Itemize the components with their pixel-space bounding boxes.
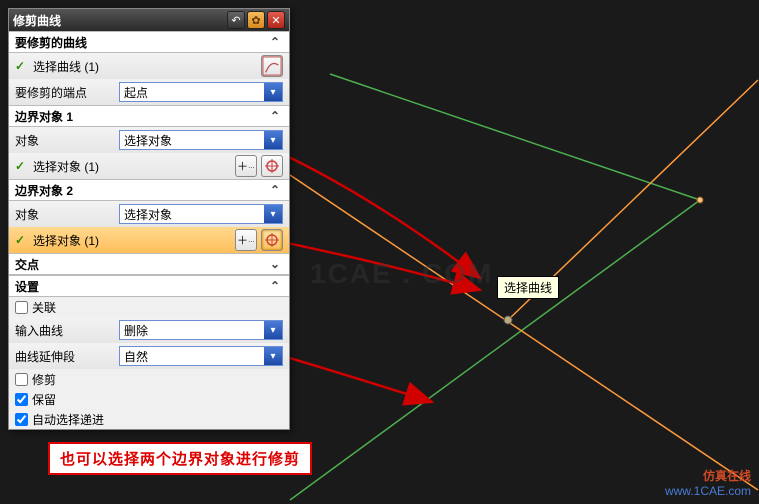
- extend-row: 曲线延伸段 自然 ▾: [9, 343, 289, 369]
- extend-value: 自然: [124, 348, 148, 365]
- gear-icon[interactable]: ✿: [247, 11, 265, 29]
- section-trim-curve-label: 要修剪的曲线: [15, 34, 87, 51]
- undo-icon[interactable]: ↶: [227, 11, 245, 29]
- watermark: 仿真在线 www.1CAE.com: [665, 467, 751, 498]
- keep-row[interactable]: 保留: [9, 389, 289, 409]
- boundary2-object-row: 对象 选择对象 ▾: [9, 201, 289, 227]
- add-icon[interactable]: ＋…: [235, 155, 257, 177]
- repair-label: 修剪: [32, 371, 56, 388]
- assoc-label: 关联: [32, 299, 56, 316]
- watermark-line1: 仿真在线: [665, 467, 751, 484]
- select-curve-row[interactable]: ✓ 选择曲线 (1): [9, 53, 289, 79]
- boundary1-select-row[interactable]: ✓ 选择对象 (1) ＋…: [9, 153, 289, 179]
- select-curve-label: 选择曲线 (1): [33, 58, 257, 75]
- boundary2-object-label: 对象: [15, 206, 115, 223]
- input-curve-value: 删除: [124, 322, 148, 339]
- keep-checkbox[interactable]: [15, 393, 28, 406]
- section-boundary1-header[interactable]: 边界对象 1 ⌃: [9, 105, 289, 127]
- background-watermark: 1CAE . COM: [310, 258, 493, 290]
- autosel-row[interactable]: 自动选择递进: [9, 409, 289, 429]
- section-boundary2-header[interactable]: 边界对象 2 ⌃: [9, 179, 289, 201]
- section-intersection-label: 交点: [15, 256, 39, 273]
- chevron-down-icon: ▾: [264, 131, 282, 149]
- end-point-label: 要修剪的端点: [15, 84, 115, 101]
- input-curve-row: 输入曲线 删除 ▾: [9, 317, 289, 343]
- section-settings-label: 设置: [15, 278, 39, 295]
- check-icon: ✓: [15, 159, 29, 173]
- chevron-down-icon: ▾: [264, 321, 282, 339]
- chevron-up-icon[interactable]: ⌃: [267, 108, 283, 124]
- chevron-up-icon[interactable]: ⌃: [267, 34, 283, 50]
- end-point-select[interactable]: 起点 ▾: [119, 82, 283, 102]
- section-trim-curve-header[interactable]: 要修剪的曲线 ⌃: [9, 31, 289, 53]
- trim-curve-panel: 修剪曲线 ↶ ✿ ✕ 要修剪的曲线 ⌃ ✓ 选择曲线 (1) 要修剪的端点 起点…: [8, 8, 290, 430]
- chevron-down-icon: ▾: [264, 83, 282, 101]
- section-boundary1-label: 边界对象 1: [15, 108, 73, 125]
- panel-title: 修剪曲线: [13, 12, 225, 29]
- repair-row[interactable]: 修剪: [9, 369, 289, 389]
- boundary2-select-row[interactable]: ✓ 选择对象 (1) ＋…: [9, 227, 289, 253]
- boundary1-object-row: 对象 选择对象 ▾: [9, 127, 289, 153]
- boundary2-object-select[interactable]: 选择对象 ▾: [119, 204, 283, 224]
- input-curve-label: 输入曲线: [15, 322, 115, 339]
- end-point-row: 要修剪的端点 起点 ▾: [9, 79, 289, 105]
- boundary2-object-value: 选择对象: [124, 206, 172, 223]
- boundary1-select-label: 选择对象 (1): [33, 158, 231, 175]
- target-icon[interactable]: [261, 229, 283, 251]
- autosel-checkbox[interactable]: [15, 413, 28, 426]
- keep-label: 保留: [32, 391, 56, 408]
- chevron-up-icon[interactable]: ⌃: [267, 182, 283, 198]
- section-settings-header[interactable]: 设置 ⌃: [9, 275, 289, 297]
- section-intersection-header[interactable]: 交点 ⌄: [9, 253, 289, 275]
- boundary1-object-value: 选择对象: [124, 132, 172, 149]
- input-curve-select[interactable]: 删除 ▾: [119, 320, 283, 340]
- cursor-tooltip: 选择曲线: [497, 276, 559, 299]
- repair-checkbox[interactable]: [15, 373, 28, 386]
- close-icon[interactable]: ✕: [267, 11, 285, 29]
- autosel-label: 自动选择递进: [32, 411, 104, 428]
- curve-tool-icon[interactable]: [261, 55, 283, 77]
- assoc-row[interactable]: 关联: [9, 297, 289, 317]
- extend-select[interactable]: 自然 ▾: [119, 346, 283, 366]
- chevron-down-icon: ▾: [264, 205, 282, 223]
- boundary1-object-label: 对象: [15, 132, 115, 149]
- section-boundary2-label: 边界对象 2: [15, 182, 73, 199]
- chevron-down-icon: ▾: [264, 347, 282, 365]
- chevron-up-icon[interactable]: ⌃: [267, 278, 283, 294]
- check-icon: ✓: [15, 233, 29, 247]
- add-icon[interactable]: ＋…: [235, 229, 257, 251]
- check-icon: ✓: [15, 59, 29, 73]
- chevron-down-icon[interactable]: ⌄: [267, 256, 283, 272]
- boundary2-select-label: 选择对象 (1): [33, 232, 231, 249]
- end-point-value: 起点: [124, 84, 148, 101]
- target-icon[interactable]: [261, 155, 283, 177]
- assoc-checkbox[interactable]: [15, 301, 28, 314]
- panel-titlebar: 修剪曲线 ↶ ✿ ✕: [9, 9, 289, 31]
- watermark-line2: www.1CAE.com: [665, 484, 751, 498]
- extend-label: 曲线延伸段: [15, 348, 115, 365]
- annotation-callout: 也可以选择两个边界对象进行修剪: [48, 442, 312, 475]
- boundary1-object-select[interactable]: 选择对象 ▾: [119, 130, 283, 150]
